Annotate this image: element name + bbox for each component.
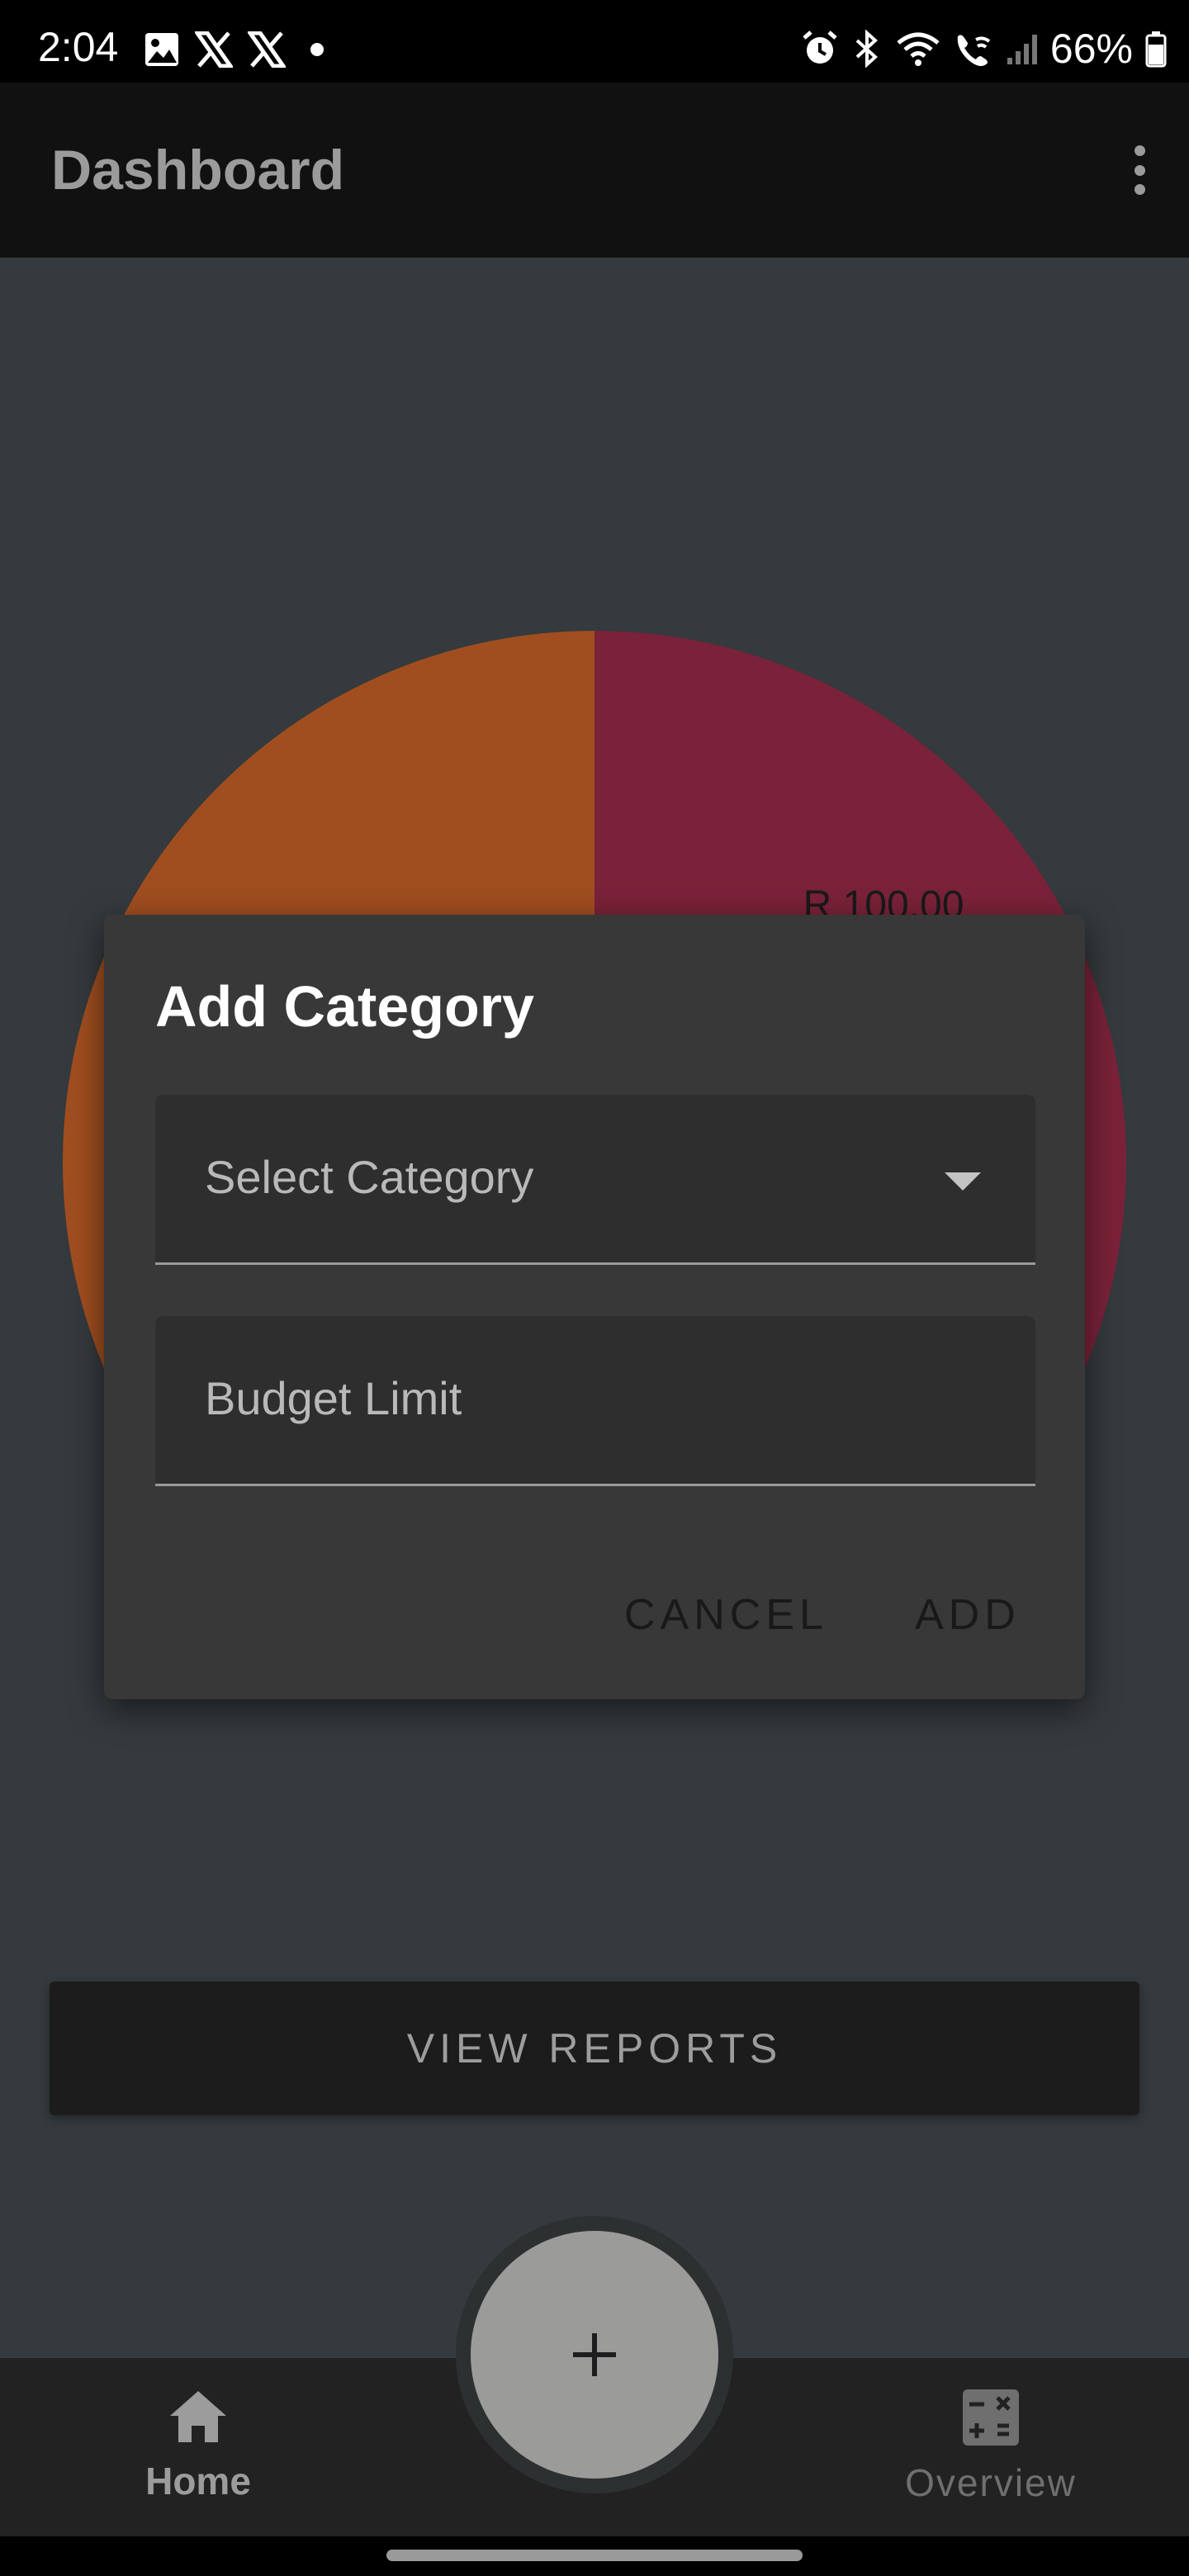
add-category-dialog: Add Category Select Category Budget Limi… — [104, 915, 1085, 1699]
x-logo-icon — [248, 31, 286, 68]
app-bar: Dashboard — [0, 83, 1189, 258]
home-icon — [170, 2391, 226, 2442]
battery-icon — [1145, 31, 1167, 68]
view-reports-label: VIEW REPORTS — [406, 2025, 783, 2072]
budget-limit-placeholder: Budget Limit — [205, 1372, 462, 1424]
alarm-icon — [803, 31, 837, 64]
system-icons: 66% — [801, 28, 1168, 69]
screen: 2:04 66% Dashboard R 100.00 Add Category… — [0, 0, 1189, 2576]
wifi-icon — [897, 32, 940, 66]
page-title: Dashboard — [51, 139, 345, 201]
dialog-title: Add Category — [155, 974, 534, 1039]
budget-limit-input[interactable]: Budget Limit — [155, 1316, 1035, 1486]
calculator-icon — [963, 2389, 1019, 2446]
dropdown-arrow-icon — [945, 1172, 981, 1191]
add-button[interactable]: ADD — [915, 1593, 1021, 1636]
gesture-area — [0, 2536, 1189, 2576]
home-gesture-handle[interactable] — [386, 2550, 803, 2561]
more-vert-icon[interactable] — [1123, 145, 1156, 195]
nav-label-overview: Overview — [905, 2461, 1077, 2504]
status-time: 2:04 — [38, 24, 119, 70]
notification-icons — [144, 31, 334, 68]
signal-icon — [1007, 35, 1037, 64]
battery-percent: 66% — [1049, 26, 1133, 72]
select-category-placeholder: Select Category — [205, 1151, 534, 1203]
x-logo-icon — [195, 31, 233, 68]
nav-item-overview[interactable]: Overview — [892, 2388, 1090, 2502]
nav-item-home[interactable]: Home — [107, 2388, 289, 2500]
wifi-calling-icon — [957, 35, 991, 66]
view-reports-button[interactable]: VIEW REPORTS — [50, 1982, 1139, 2115]
image-icon — [145, 33, 178, 66]
cancel-button[interactable]: CANCEL — [624, 1593, 828, 1636]
add-fab-button[interactable] — [471, 2231, 718, 2479]
nav-label-home: Home — [145, 2460, 251, 2503]
bluetooth-icon — [855, 30, 878, 68]
status-bar: 2:04 66% — [0, 0, 1189, 83]
dot-icon — [310, 43, 324, 56]
plus-icon — [573, 2333, 616, 2376]
select-category-dropdown[interactable]: Select Category — [155, 1095, 1035, 1265]
